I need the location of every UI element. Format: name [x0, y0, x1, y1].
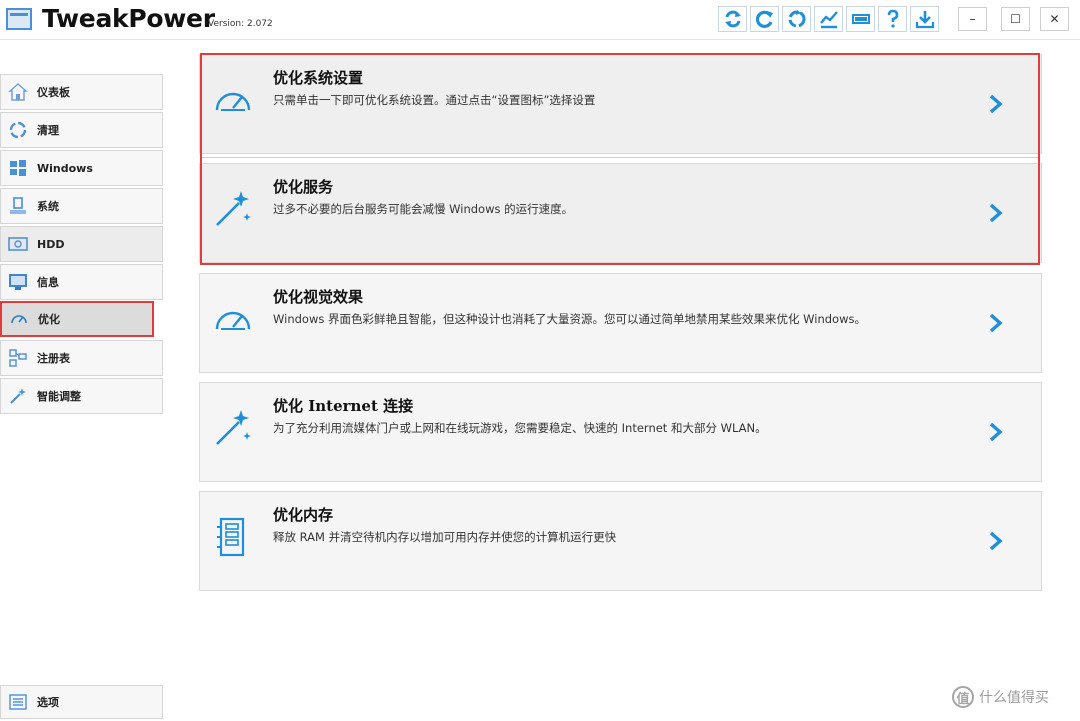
magic-wand-icon	[210, 186, 256, 232]
download-button[interactable]	[910, 6, 939, 32]
chevron-right-icon[interactable]	[987, 202, 1005, 224]
reload-icon	[755, 10, 773, 28]
sidebar-item-label: 注册表	[37, 352, 70, 365]
hdd-icon	[7, 233, 29, 255]
card-description: 只需单击一下即可优化系统设置。通过点击“设置图标”选择设置	[273, 93, 596, 107]
chevron-right-icon[interactable]	[987, 530, 1005, 552]
options-button[interactable]: 选项	[0, 685, 163, 719]
watermark-logo-icon: 值	[952, 686, 974, 708]
chevron-right-icon[interactable]	[987, 93, 1005, 115]
sidebar-item-label: 智能调整	[37, 390, 81, 403]
sidebar-item-clean[interactable]: 清理	[0, 112, 163, 148]
app-title: TweakPower	[42, 4, 215, 33]
card-description: 释放 RAM 并清空待机内存以增加可用内存并使您的计算机运行更快	[273, 530, 617, 544]
sidebar-item-info[interactable]: 信息	[0, 264, 163, 300]
help-icon	[887, 9, 898, 28]
sidebar-item-label: 优化	[38, 313, 60, 326]
refresh-button[interactable]	[718, 6, 747, 32]
app-version: Version: 2.072	[208, 19, 273, 29]
card-optimize-internet[interactable]: 优化 Internet 连接 为了充分利用流媒体门户或上网和在线玩游戏，您需要稳…	[199, 382, 1042, 482]
speedometer-icon	[8, 308, 30, 330]
sidebar-item-windows[interactable]: Windows	[0, 150, 163, 186]
app-logo-icon	[6, 8, 32, 30]
title-bar: TweakPower Version: 2.072 – ☐ ✕	[0, 0, 1080, 40]
chevron-right-icon[interactable]	[987, 312, 1005, 334]
sidebar-item-label: 信息	[37, 276, 59, 289]
battery-button[interactable]	[846, 6, 875, 32]
speedometer-icon	[210, 296, 256, 342]
chevron-right-icon[interactable]	[987, 421, 1005, 443]
windows-icon	[7, 157, 29, 179]
card-title: 优化内存	[273, 506, 334, 524]
chart-button[interactable]	[814, 6, 843, 32]
magic-wand-icon	[210, 405, 256, 451]
sidebar-item-system[interactable]: 系统	[0, 188, 163, 224]
card-optimize-system-settings[interactable]: 优化系统设置 只需单击一下即可优化系统设置。通过点击“设置图标”选择设置	[199, 54, 1042, 154]
card-description: 为了充分利用流媒体门户或上网和在线玩游戏，您需要稳定、快速的 Internet …	[273, 421, 767, 435]
card-optimize-memory[interactable]: 优化内存 释放 RAM 并清空待机内存以增加可用内存并使您的计算机运行更快	[199, 491, 1042, 591]
chart-icon	[819, 11, 838, 29]
options-label: 选项	[37, 696, 59, 709]
sidebar-item-optimize[interactable]: 优化	[0, 301, 154, 337]
wand-icon	[7, 385, 29, 407]
recycle-icon	[788, 10, 805, 28]
sidebar-item-registry[interactable]: 注册表	[0, 340, 163, 376]
app-window: TweakPower Version: 2.072 – ☐ ✕ 仪表板 清理 W…	[0, 0, 1080, 721]
registry-icon	[7, 347, 29, 369]
card-title: 优化系统设置	[273, 69, 364, 87]
card-description: 过多不必要的后台服务可能会减慢 Windows 的运行速度。	[273, 202, 574, 216]
sidebar-item-dashboard[interactable]: 仪表板	[0, 74, 163, 110]
speedometer-icon	[210, 77, 256, 123]
refresh-icon	[724, 10, 741, 28]
card-optimize-visual-effects[interactable]: 优化视觉效果 Windows 界面色彩鲜艳且智能，但这种设计也消耗了大量资源。您…	[199, 273, 1042, 373]
watermark-text: 什么值得买	[979, 690, 1049, 706]
monitor-icon	[7, 271, 29, 293]
download-icon	[915, 11, 934, 29]
card-title: 优化 Internet 连接	[273, 397, 414, 415]
card-optimize-services[interactable]: 优化服务 过多不必要的后台服务可能会减慢 Windows 的运行速度。	[199, 163, 1042, 263]
recycle-icon	[7, 119, 29, 141]
options-list-icon	[7, 691, 29, 713]
sidebar-item-label: Windows	[37, 161, 93, 175]
card-title: 优化视觉效果	[273, 288, 364, 306]
card-description: Windows 界面色彩鲜艳且智能，但这种设计也消耗了大量资源。您可以通过简单地…	[273, 312, 866, 326]
memory-icon	[210, 514, 256, 560]
sidebar-item-hdd[interactable]: HDD	[0, 226, 163, 262]
reload-button[interactable]	[750, 6, 779, 32]
close-button[interactable]: ✕	[1040, 7, 1069, 31]
card-title: 优化服务	[273, 178, 334, 196]
system-icon	[7, 195, 29, 217]
sidebar-item-label: 仪表板	[37, 86, 70, 99]
sidebar-item-label: 清理	[37, 124, 59, 137]
sidebar-item-label: 系统	[37, 200, 59, 213]
card-divider	[200, 157, 1040, 158]
minimize-button[interactable]: –	[958, 7, 987, 31]
sidebar-item-smart-tune[interactable]: 智能调整	[0, 378, 163, 414]
maximize-button[interactable]: ☐	[1001, 7, 1030, 31]
home-icon	[7, 81, 29, 103]
help-button[interactable]	[878, 6, 907, 32]
watermark: 值 什么值得买	[952, 686, 1049, 708]
sidebar-item-label: HDD	[37, 237, 65, 251]
battery-icon	[851, 14, 870, 24]
recycle-button[interactable]	[782, 6, 811, 32]
